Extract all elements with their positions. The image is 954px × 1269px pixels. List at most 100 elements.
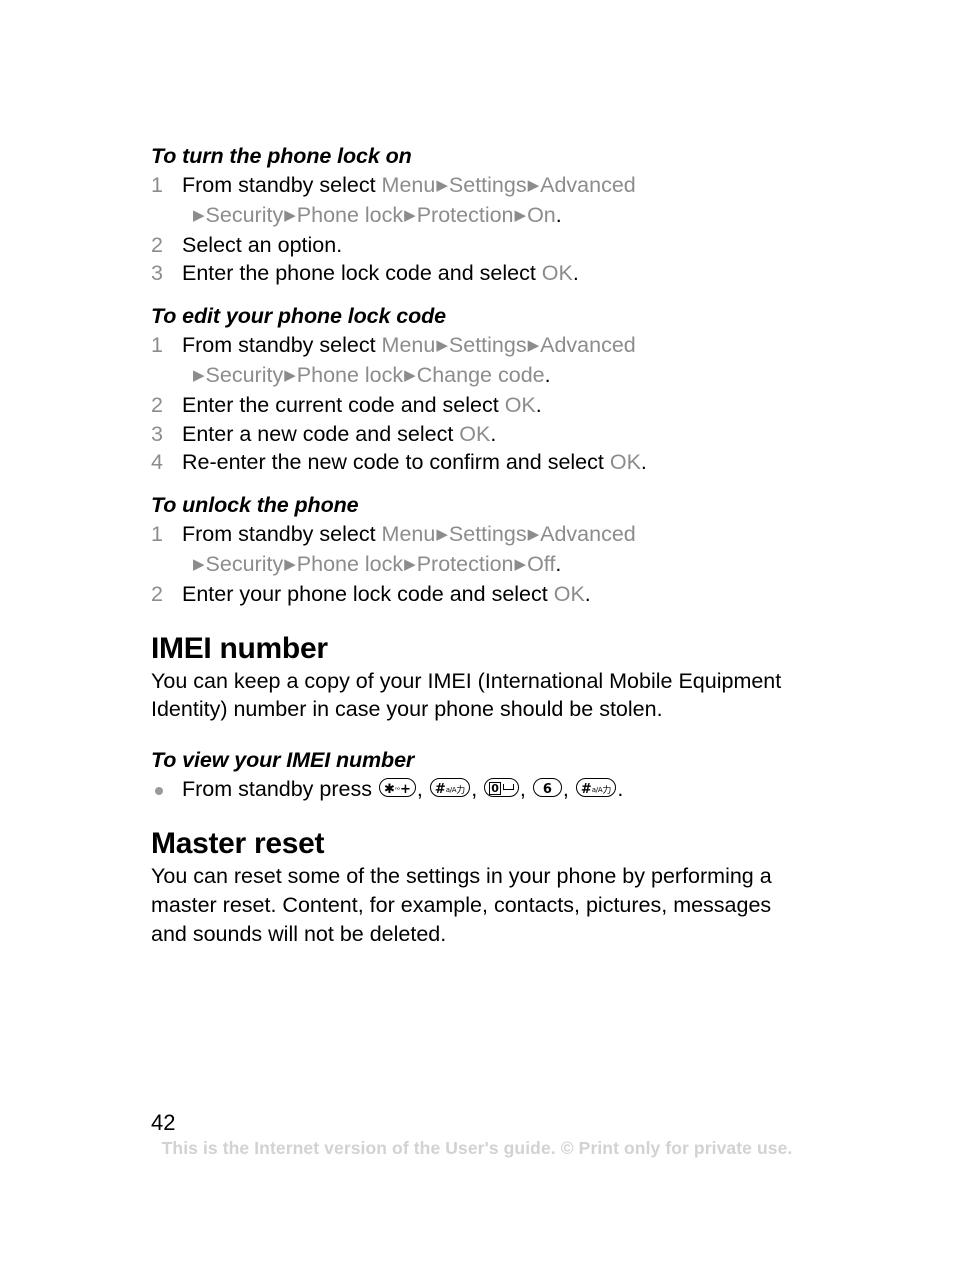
- key-separator: .: [617, 777, 624, 802]
- key-primary-glyph: #: [434, 782, 446, 798]
- menu-path-item: OK: [459, 421, 491, 446]
- step-list: 1 From standby select Menu▶Settings▶Advan…: [151, 331, 811, 477]
- procedure-title: To unlock the phone: [151, 493, 359, 518]
- menu-arrow-icon: ▶: [284, 366, 296, 384]
- menu-path-item: Security: [205, 202, 284, 227]
- step-text: .: [555, 551, 562, 576]
- step-text: From standby select: [182, 173, 382, 197]
- step-text: .: [640, 450, 647, 475]
- procedure-title-view-imei: To view your IMEI number: [151, 748, 415, 773]
- menu-path-item: OK: [553, 581, 585, 606]
- menu-path-item: Off: [527, 551, 556, 576]
- step-text: .: [490, 421, 497, 446]
- step-number: 2: [151, 392, 163, 417]
- menu-path-item: Settings: [448, 333, 527, 358]
- procedure-block: To turn the phone lock on 1 From standby s…: [151, 142, 811, 288]
- menu-path-item: Protection: [416, 551, 514, 576]
- step-list: 1 From standby select Menu▶Settings▶Advan…: [151, 171, 811, 288]
- step-body: Enter your phone lock code and select OK…: [182, 582, 591, 606]
- step-body: From standby select Menu▶Settings▶Advanc…: [182, 333, 636, 387]
- zero-key-icon: 0: [484, 778, 519, 798]
- key-spacebar-glyph: [502, 784, 514, 791]
- step-text: Enter the phone lock code and select: [182, 261, 542, 286]
- menu-arrow-icon: ▶: [193, 555, 205, 573]
- menu-path-item: On: [527, 202, 556, 227]
- step-text: Re-enter the new code to confirm and sel…: [182, 450, 610, 475]
- step-number: 3: [151, 261, 163, 286]
- keypress-instruction: From standby press ✱ⁿᵒ+, #a/A力, 0, 6, #a…: [182, 777, 623, 801]
- list-item: 2 Enter your phone lock code and select O…: [151, 580, 811, 609]
- menu-path-item: Advanced: [540, 333, 636, 358]
- section-body-master-reset: You can reset some of the settings in yo…: [151, 863, 772, 946]
- step-list-view-imei: From standby press ✱ⁿᵒ+, #a/A力, 0, 6, #a…: [151, 775, 811, 804]
- menu-path-item: Security: [205, 362, 284, 387]
- step-number: 2: [151, 581, 163, 606]
- menu-path-item: Phone lock: [296, 202, 404, 227]
- step-body: Enter the current code and select OK.: [182, 393, 542, 417]
- menu-arrow-icon: ▶: [436, 526, 448, 544]
- key-secondary-glyph: a/A: [591, 786, 603, 795]
- menu-path-item: OK: [609, 450, 641, 475]
- step-body: From standby select Menu▶Settings▶Advanc…: [182, 173, 636, 227]
- step-text: Enter a new code and select: [182, 421, 460, 446]
- menu-arrow-icon: ▶: [436, 177, 448, 194]
- key-separator: ,: [471, 777, 484, 802]
- step-text: From standby press: [182, 777, 378, 802]
- menu-path-item: Menu: [381, 333, 436, 358]
- menu-path-item: Settings: [448, 173, 527, 197]
- procedure-title: To turn the phone lock on: [151, 144, 412, 168]
- key-secondary-glyph: a/A: [445, 786, 457, 795]
- key-plus-glyph: +: [399, 782, 411, 798]
- section-body-imei: You can keep a copy of your IMEI (Intern…: [151, 668, 782, 722]
- menu-arrow-icon: ▶: [404, 206, 416, 224]
- footer-note: This is the Internet version of the User…: [161, 1138, 793, 1158]
- menu-path-item: Security: [205, 551, 284, 576]
- step-list: 1 From standby select Menu▶Settings▶Advan…: [151, 520, 811, 608]
- procedure-block: To unlock the phone 1 From standby select …: [151, 491, 811, 608]
- menu-arrow-icon: ▶: [527, 177, 540, 194]
- list-item: 3 Enter a new code and select OK.: [151, 420, 811, 449]
- menu-path-item: Settings: [448, 522, 527, 547]
- step-text: .: [555, 202, 562, 227]
- step-text: Enter the current code and select: [182, 392, 505, 417]
- menu-path-item: Menu: [381, 173, 436, 197]
- list-item: 1 From standby select Menu▶Settings▶Advan…: [151, 331, 811, 391]
- step-number: 1: [151, 333, 163, 358]
- menu-arrow-icon: ▶: [193, 206, 205, 224]
- menu-path-item: OK: [504, 392, 536, 417]
- menu-path-item: Protection: [416, 202, 514, 227]
- hash-key-2-icon: #a/A力: [575, 778, 617, 798]
- step-text: .: [572, 261, 579, 286]
- section-heading-master-reset: Master reset: [151, 826, 325, 860]
- key-primary-glyph: 6: [542, 782, 552, 798]
- section-heading-imei: IMEI number: [151, 631, 328, 665]
- menu-path-item: Change code: [416, 362, 545, 387]
- key-primary-glyph: ✱: [383, 782, 395, 798]
- procedure-view-imei: To view your IMEI number From standby pr…: [151, 746, 811, 804]
- bullet-icon: [155, 787, 163, 796]
- list-item: 2 Enter the current code and select OK.: [151, 391, 811, 420]
- key-separator: ,: [562, 777, 575, 802]
- list-item: 4 Re-enter the new code to confirm and se…: [151, 448, 811, 477]
- section-imei-number: IMEI number You can keep a copy of your …: [151, 631, 811, 725]
- step-text: From standby select: [182, 522, 382, 547]
- page-content: To turn the phone lock on 1 From standby s…: [151, 142, 811, 948]
- menu-arrow-icon: ▶: [404, 555, 416, 573]
- star-key-icon: ✱ⁿᵒ+: [378, 778, 416, 798]
- step-text: From standby select: [182, 333, 382, 358]
- menu-path-item: Phone lock: [296, 362, 404, 387]
- list-item: 2 Select an option.: [151, 231, 811, 260]
- menu-arrow-icon: ▶: [527, 337, 540, 355]
- menu-path-item: Advanced: [540, 173, 636, 197]
- menu-path-item: Menu: [381, 522, 436, 547]
- list-item: From standby press ✱ⁿᵒ+, #a/A力, 0, 6, #a…: [151, 775, 811, 804]
- step-text: .: [584, 581, 591, 606]
- menu-path-item: OK: [541, 261, 573, 286]
- menu-path-item: Phone lock: [296, 551, 404, 576]
- key-separator: ,: [519, 777, 532, 802]
- step-number: 1: [151, 173, 163, 197]
- step-number: 1: [151, 522, 163, 547]
- menu-arrow-icon: ▶: [284, 555, 296, 573]
- step-body: Enter the phone lock code and select OK.: [182, 261, 579, 285]
- key-cjk-glyph: 力: [602, 786, 612, 797]
